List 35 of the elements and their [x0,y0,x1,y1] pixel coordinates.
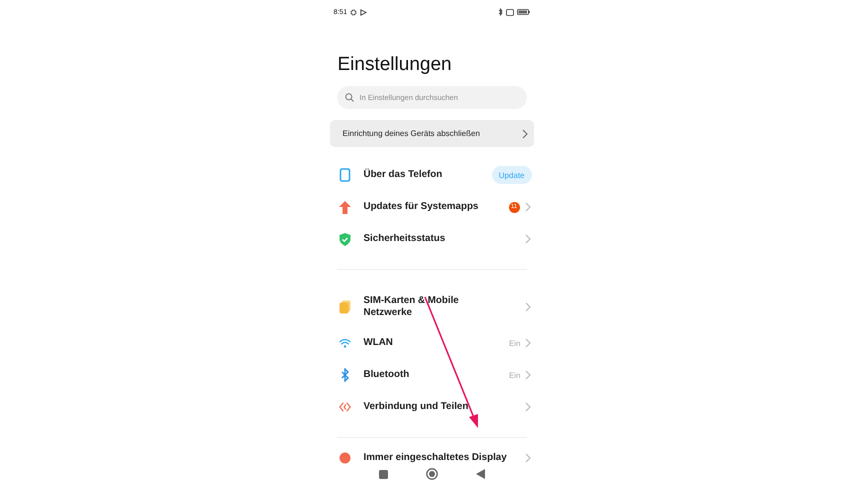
chevron-icon [524,202,530,212]
settings-item[interactable]: WLAN Ein [324,327,540,359]
setting-icon [338,232,350,246]
page-title: Einstellungen [338,53,453,77]
battery-icon [516,9,530,15]
setting-icon [338,368,350,382]
chevron-icon [524,234,530,244]
settings-item[interactable]: Über das Telefon Update [324,159,540,191]
setting-icon [338,200,350,214]
setting-icon [338,168,350,182]
chevron-icon [524,453,530,463]
chevron-icon [524,338,530,348]
settings-item[interactable]: Bluetooth Ein [324,359,540,391]
setting-icon [338,400,350,414]
setting-icon [338,300,350,314]
back-icon[interactable] [476,469,485,479]
chevron-icon [524,402,530,412]
play-icon [360,8,368,16]
home-icon[interactable] [426,468,438,480]
setup-text: Einrichtung deines Geräts abschließen [342,129,481,138]
square-icon[interactable] [379,470,388,478]
status-value: Ein [508,338,520,348]
setup-card[interactable]: Einrichtung deines Geräts abschließen [330,120,534,147]
chevron-icon [524,370,530,380]
bluetooth-icon [498,8,502,16]
chevron-icon [522,128,528,138]
status-value: Ein [508,370,520,380]
settings-item[interactable]: Immer eingeschaltetes Display [324,452,540,464]
settings-item[interactable]: SIM-Karten & Mobile Netzwerke [324,286,540,327]
search-icon [344,93,354,102]
setting-icon [338,338,350,348]
settings-item[interactable]: Sicherheitsstatus [324,223,540,255]
chevron-icon [524,302,530,312]
setting-icon [338,452,350,464]
settings-item[interactable]: Verbindung und Teilen [324,391,540,423]
